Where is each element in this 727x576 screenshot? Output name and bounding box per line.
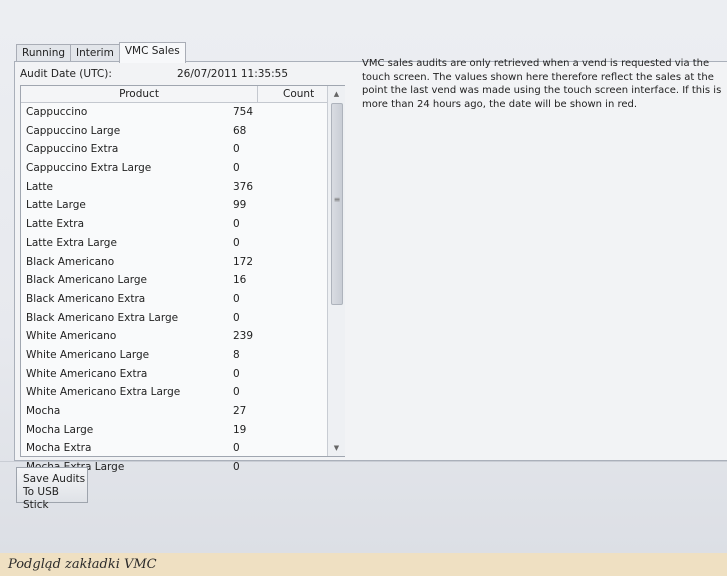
tab-vmc-sales[interactable]: VMC Sales: [118, 42, 186, 63]
product-cell: Mocha Large: [26, 423, 94, 436]
sales-table: Product Count Cappuccino 754 Cappuccino La…: [20, 85, 345, 473]
scroll-up-arrow-icon[interactable]: ▲: [328, 86, 345, 102]
product-cell: Cappuccino Extra: [26, 143, 119, 156]
table-row[interactable]: Latte Large 99: [21, 196, 327, 215]
count-cell: 0: [233, 311, 240, 324]
count-cell: 754: [233, 106, 254, 118]
product-cell: Latte Extra Large: [26, 236, 117, 249]
product-cell: Black Americano Extra: [26, 292, 146, 305]
table-row[interactable]: Black Americano Large 16: [21, 271, 327, 290]
vertical-scrollbar[interactable]: ▲ ≡ ▼: [327, 86, 345, 456]
table-row[interactable]: Black Americano 172: [21, 253, 327, 272]
count-cell: 99: [233, 199, 247, 212]
product-cell: White Americano Extra: [26, 367, 148, 380]
product-cell: Cappuccino Large: [26, 124, 121, 137]
count-cell: 239: [233, 330, 254, 343]
table-row[interactable]: Cappuccino 754: [21, 103, 327, 122]
count-cell: 16: [233, 274, 247, 287]
tab-strip: Running Interim VMC Sales: [16, 42, 186, 63]
table-row[interactable]: Black Americano Extra Large 0: [21, 309, 327, 328]
table-row[interactable]: Cappuccino Large 68: [21, 122, 327, 141]
table-row[interactable]: White Americano 239: [21, 327, 327, 346]
table-row[interactable]: Mocha Large 19: [21, 421, 327, 440]
count-cell: 172: [233, 255, 254, 268]
product-cell: White Americano: [26, 330, 117, 343]
product-cell: Cappuccino Extra Large: [26, 162, 152, 175]
table-row[interactable]: Cappuccino Extra 0: [21, 140, 327, 159]
count-cell: 0: [233, 442, 240, 455]
count-cell: 0: [233, 143, 240, 156]
product-cell: White Americano Extra Large: [26, 386, 181, 399]
product-cell: Mocha: [26, 405, 61, 417]
table-body: Cappuccino 754 Cappuccino Large 68 Cappuccin…: [21, 103, 327, 477]
product-cell: Mocha Extra: [26, 442, 92, 455]
save-audits-label-line1: Save Audits: [23, 473, 86, 485]
product-cell: Black Americano Large: [26, 274, 148, 287]
count-cell: 19: [233, 423, 247, 436]
column-header-product[interactable]: Product: [21, 86, 257, 102]
table-row[interactable]: Cappuccino Extra Large 0: [21, 159, 327, 178]
count-cell: 0: [233, 386, 240, 399]
figure-caption: Podgląd zakładki VMC: [0, 553, 727, 576]
count-cell: 0: [233, 367, 240, 380]
table-row[interactable]: Latte Extra Large 0: [21, 234, 327, 253]
table-row[interactable]: Mocha Extra 0: [21, 439, 327, 458]
product-cell: Latte: [26, 180, 53, 193]
table-row[interactable]: White Americano Large 8: [21, 346, 327, 365]
grip-icon: ≡: [333, 195, 341, 204]
count-cell: 0: [233, 162, 240, 175]
count-cell: 0: [233, 236, 240, 249]
audit-date-label: Audit Date (UTC):: [20, 68, 112, 80]
count-cell: 0: [233, 218, 240, 231]
count-cell: 8: [233, 348, 240, 361]
table-header: Product Count: [21, 86, 327, 103]
count-cell: 0: [233, 292, 240, 305]
save-audits-button[interactable]: Save Audits To USB Stick: [16, 467, 88, 511]
table-row[interactable]: Latte 376: [21, 178, 327, 197]
table-row[interactable]: White Americano Extra 0: [21, 365, 327, 384]
description-text: VMC sales audits are only retrieved when…: [362, 58, 722, 110]
column-header-count[interactable]: Count: [257, 86, 327, 102]
product-cell: Latte Large: [26, 199, 86, 212]
product-cell: Cappuccino: [26, 106, 88, 118]
divider: [0, 461, 727, 462]
product-cell: Black Americano: [26, 255, 115, 268]
audit-date-value: 26/07/2011 11:35:55: [177, 68, 289, 80]
product-cell: Latte Extra: [26, 218, 85, 231]
screen: Running Interim VMC Sales Audit Date (UT…: [0, 0, 727, 553]
table-row[interactable]: Black Americano Extra 0: [21, 290, 327, 309]
table-row[interactable]: Latte Extra 0: [21, 215, 327, 234]
table-row[interactable]: Mocha 27: [21, 402, 327, 421]
scroll-down-arrow-icon[interactable]: ▼: [328, 440, 345, 456]
product-cell: Black Americano Extra Large: [26, 311, 179, 324]
count-cell: 376: [233, 180, 254, 193]
product-cell: White Americano Large: [26, 348, 150, 361]
count-cell: 27: [233, 405, 247, 417]
scrollbar-thumb[interactable]: ≡: [331, 103, 343, 305]
save-audits-label-line2: To USB Stick: [23, 486, 59, 511]
table-row[interactable]: White Americano Extra Large 0: [21, 383, 327, 402]
count-cell: 68: [233, 124, 247, 137]
